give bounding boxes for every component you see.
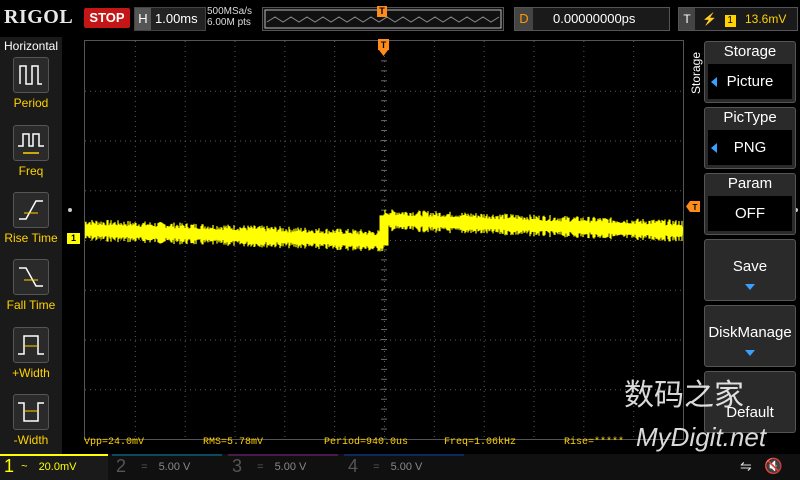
pictype-title: PicType [723, 109, 777, 126]
rise-time-icon [13, 192, 49, 228]
save-button[interactable]: Save [704, 239, 796, 301]
storage-menu-tab[interactable]: Storage [689, 42, 703, 102]
negative-width-label: -Width [13, 433, 49, 447]
usb-icon: ⇋ [740, 458, 752, 474]
freq-icon [13, 125, 49, 161]
fall-time-label: Fall Time [6, 298, 56, 312]
dc-coupling-icon: = [373, 460, 380, 473]
rise-time-label: Rise Time [4, 231, 58, 245]
rising-edge-icon: ⚡ [702, 12, 718, 26]
dc-coupling-icon: = [257, 460, 264, 473]
left-arrow-icon [711, 143, 717, 153]
positive-width-icon [13, 327, 49, 363]
acquisition-info: 500MSa/s 6.00M pts [207, 6, 252, 28]
channel3-status[interactable]: 3 = 5.00 V [228, 454, 338, 480]
delay-display[interactable]: D 0.00000000ps [514, 7, 670, 31]
delay-label: D [515, 8, 533, 30]
channel4-scale: 5.00 V [390, 460, 423, 473]
timebase-display[interactable]: H 1.00ms [134, 7, 206, 31]
channel1-status[interactable]: 1 ~ 20.0mV [0, 454, 108, 480]
trigger-time-marker[interactable]: T [378, 39, 389, 57]
measure-period: Period=940.0us [324, 437, 409, 448]
trigger-level-marker-label: T [693, 203, 698, 212]
channel1-offset-label: 1 [70, 233, 76, 243]
waveform-display[interactable] [84, 40, 684, 440]
measure-fall-time-button[interactable]: Fall Time [0, 259, 62, 325]
measure-vpp: Vpp=24.0mV [84, 437, 145, 448]
chevron-down-icon [745, 284, 755, 290]
graticule [84, 40, 684, 440]
sample-rate: 500MSa/s [207, 6, 253, 17]
trigger-display[interactable]: T ⚡ 1 13.6mV [678, 7, 798, 31]
delay-value: 0.00000000ps [553, 11, 636, 26]
memory-timeline-bar[interactable]: T [262, 6, 504, 31]
channel2-scale: 5.00 V [158, 460, 191, 473]
channel1-waveform [84, 209, 684, 252]
channel4-number: 4 [347, 456, 358, 476]
save-label: Save [732, 258, 768, 275]
top-status-bar: RIGOL STOP H 1.00ms 500MSa/s 6.00M pts T … [0, 0, 800, 37]
rigol-logo: RIGOL [4, 6, 74, 28]
storage-type-title: Storage [723, 43, 777, 60]
diskmanage-button[interactable]: DiskManage [704, 305, 796, 367]
channel-status-bar: 1 ~ 20.0mV 2 = 5.00 V 3 = 5.00 V 4 = 5.0… [0, 454, 800, 480]
channel1-offset-marker[interactable]: 1 [67, 233, 80, 244]
storage-type-button[interactable]: Storage Picture [704, 41, 796, 103]
channel2-status[interactable]: 2 = 5.00 V [112, 454, 222, 480]
measure-negative-width-button[interactable]: -Width [0, 394, 62, 460]
channel1-scale: 20.0mV [38, 460, 77, 473]
panel-title: Horizontal [3, 39, 59, 53]
param-button[interactable]: Param OFF [704, 173, 796, 235]
run-stop-indicator[interactable]: STOP [84, 8, 130, 28]
memory-depth: 6.00M pts [207, 17, 251, 28]
pictype-value: PNG [708, 130, 792, 165]
timebase-label: H [135, 8, 151, 30]
storage-type-value: Picture [708, 64, 792, 99]
fall-time-icon [13, 259, 49, 295]
measure-period-button[interactable]: Period [0, 57, 62, 123]
dc-coupling-icon: = [141, 460, 148, 473]
trigger-source: 1 [724, 15, 736, 27]
speaker-muted-icon[interactable]: 🔇 [764, 457, 783, 475]
diskmanage-label: DiskManage [708, 324, 792, 341]
measure-rms: RMS=5.78mV [203, 437, 264, 448]
trigger-level: 13.6mV [744, 12, 787, 26]
channel1-number: 1 [3, 456, 14, 476]
measure-positive-width-button[interactable]: +Width [0, 327, 62, 393]
param-value: OFF [708, 196, 792, 231]
timebase-value: 1.00ms [155, 11, 198, 26]
ac-coupling-icon: ~ [21, 460, 28, 473]
measurement-results: Vpp=24.0mV RMS=5.78mV Period=940.0us Fre… [84, 437, 704, 451]
period-icon [13, 57, 49, 93]
measure-freq-button[interactable]: Freq [0, 125, 62, 191]
measure-rise-time-button[interactable]: Rise Time [0, 192, 62, 258]
trigger-time-marker-label: T [381, 40, 387, 50]
chevron-down-icon [745, 350, 755, 356]
param-title: Param [727, 175, 773, 192]
left-arrow-icon [711, 77, 717, 87]
channel2-number: 2 [115, 456, 126, 476]
freq-label: Freq [18, 164, 44, 178]
left-panel-dot-icon [68, 208, 72, 212]
measure-rise: Rise=***** [564, 437, 625, 448]
positive-width-label: +Width [12, 366, 50, 380]
trigger-level-marker[interactable]: T [686, 199, 700, 212]
trigger-position-marker: T [377, 6, 387, 17]
channel3-scale: 5.00 V [274, 460, 307, 473]
pictype-button[interactable]: PicType PNG [704, 107, 796, 169]
channel3-number: 3 [231, 456, 242, 476]
period-label: Period [13, 96, 49, 110]
negative-width-icon [13, 394, 49, 430]
watermark-chinese: 数码之家 [624, 379, 744, 412]
horizontal-measure-panel: Horizontal Period Freq Rise Time Fall Ti… [0, 37, 62, 454]
channel4-status[interactable]: 4 = 5.00 V [344, 454, 464, 480]
trigger-label: T [679, 8, 695, 30]
measure-freq: Freq=1.06kHz [444, 437, 517, 448]
storage-tab-label: Storage [689, 51, 703, 94]
